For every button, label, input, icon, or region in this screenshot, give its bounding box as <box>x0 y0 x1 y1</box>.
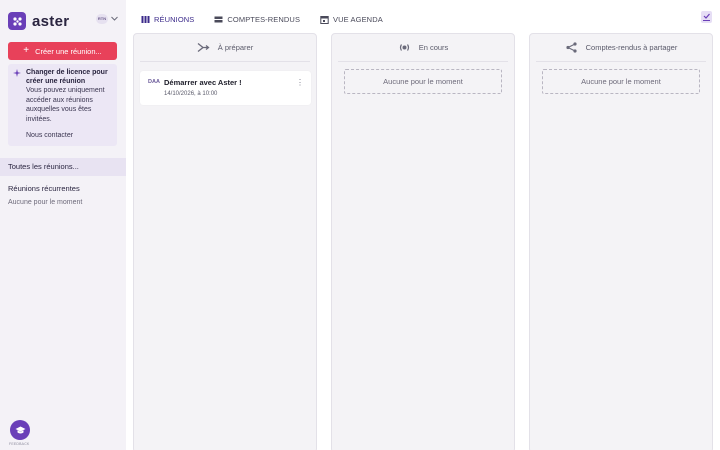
top-tabs: RÉUNIONS COMPTES-RENDUS VUE AGENDA <box>141 12 403 26</box>
create-meeting-label: Créer une réunion... <box>35 46 102 56</box>
tab-label: COMPTES-RENDUS <box>227 14 301 24</box>
user-avatar[interactable]: RTN <box>96 14 108 24</box>
tab-vue-agenda[interactable]: VUE AGENDA <box>320 15 383 24</box>
column-title: En cours <box>418 42 449 52</box>
recurring-empty-text: Aucune pour le moment <box>8 199 83 206</box>
meeting-title: Démarrer avec Aster ! <box>164 78 242 87</box>
meeting-badge: DAA <box>148 79 160 85</box>
create-meeting-button[interactable]: + Créer une réunion... <box>8 42 117 60</box>
tab-reunions[interactable]: RÉUNIONS <box>141 15 194 24</box>
tab-comptes-rendus[interactable]: COMPTES-RENDUS <box>214 15 300 24</box>
recurring-meetings-title: Réunions récurrentes <box>8 184 80 193</box>
column-divider <box>338 61 508 62</box>
calendar-icon <box>320 15 329 24</box>
sparkle-icon <box>13 69 21 77</box>
more-options-icon[interactable]: ⋮ <box>296 79 304 89</box>
license-card: Changer de licence pour créer une réunio… <box>8 64 117 146</box>
chevron-down-icon[interactable] <box>110 14 119 23</box>
share-icon <box>566 41 577 53</box>
plus-icon: + <box>23 45 30 56</box>
feedback-button[interactable] <box>10 420 30 440</box>
feedback-caption: FEEDBACK <box>9 442 30 446</box>
meeting-date: 14/10/2026, à 10:00 <box>164 91 218 97</box>
column-divider <box>536 61 706 62</box>
column-a-preparer: À préparer DAA Démarrer avec Aster ! 14/… <box>133 33 317 450</box>
aster-logo-icon <box>8 12 26 30</box>
column-header: En cours <box>332 34 514 60</box>
list-icon <box>214 16 223 22</box>
empty-state: Aucune pour le moment <box>344 69 502 94</box>
graduation-cap-icon <box>15 426 25 433</box>
column-title: À préparer <box>217 42 254 52</box>
broadcast-icon <box>399 43 409 51</box>
column-header: À préparer <box>134 34 316 60</box>
license-title: Changer de licence pour créer une réunio… <box>26 69 108 85</box>
columns-icon <box>141 15 150 23</box>
meeting-card[interactable]: DAA Démarrer avec Aster ! 14/10/2026, à … <box>140 71 311 105</box>
tab-label: RÉUNIONS <box>154 14 195 24</box>
column-title: Comptes-rendus à partager <box>585 42 678 52</box>
column-header: Comptes-rendus à partager <box>530 34 712 60</box>
column-comptes-rendus-a-partager: Comptes-rendus à partager Aucune pour le… <box>529 33 713 450</box>
column-en-cours: En cours Aucune pour le moment <box>331 33 515 450</box>
contact-link[interactable]: Nous contacter <box>26 132 73 139</box>
license-text: Vous pouvez uniquement accéder aux réuni… <box>26 87 105 123</box>
column-divider <box>140 61 310 62</box>
sidebar: aster RTN + Créer une réunion... Changer… <box>0 0 126 450</box>
tab-label: VUE AGENDA <box>333 14 383 24</box>
app-name: aster <box>32 12 70 30</box>
all-meetings-item[interactable]: Toutes les réunions... <box>0 158 126 176</box>
notes-icon[interactable] <box>700 10 713 24</box>
empty-state: Aucune pour le moment <box>542 69 700 94</box>
split-arrow-icon <box>197 42 210 52</box>
